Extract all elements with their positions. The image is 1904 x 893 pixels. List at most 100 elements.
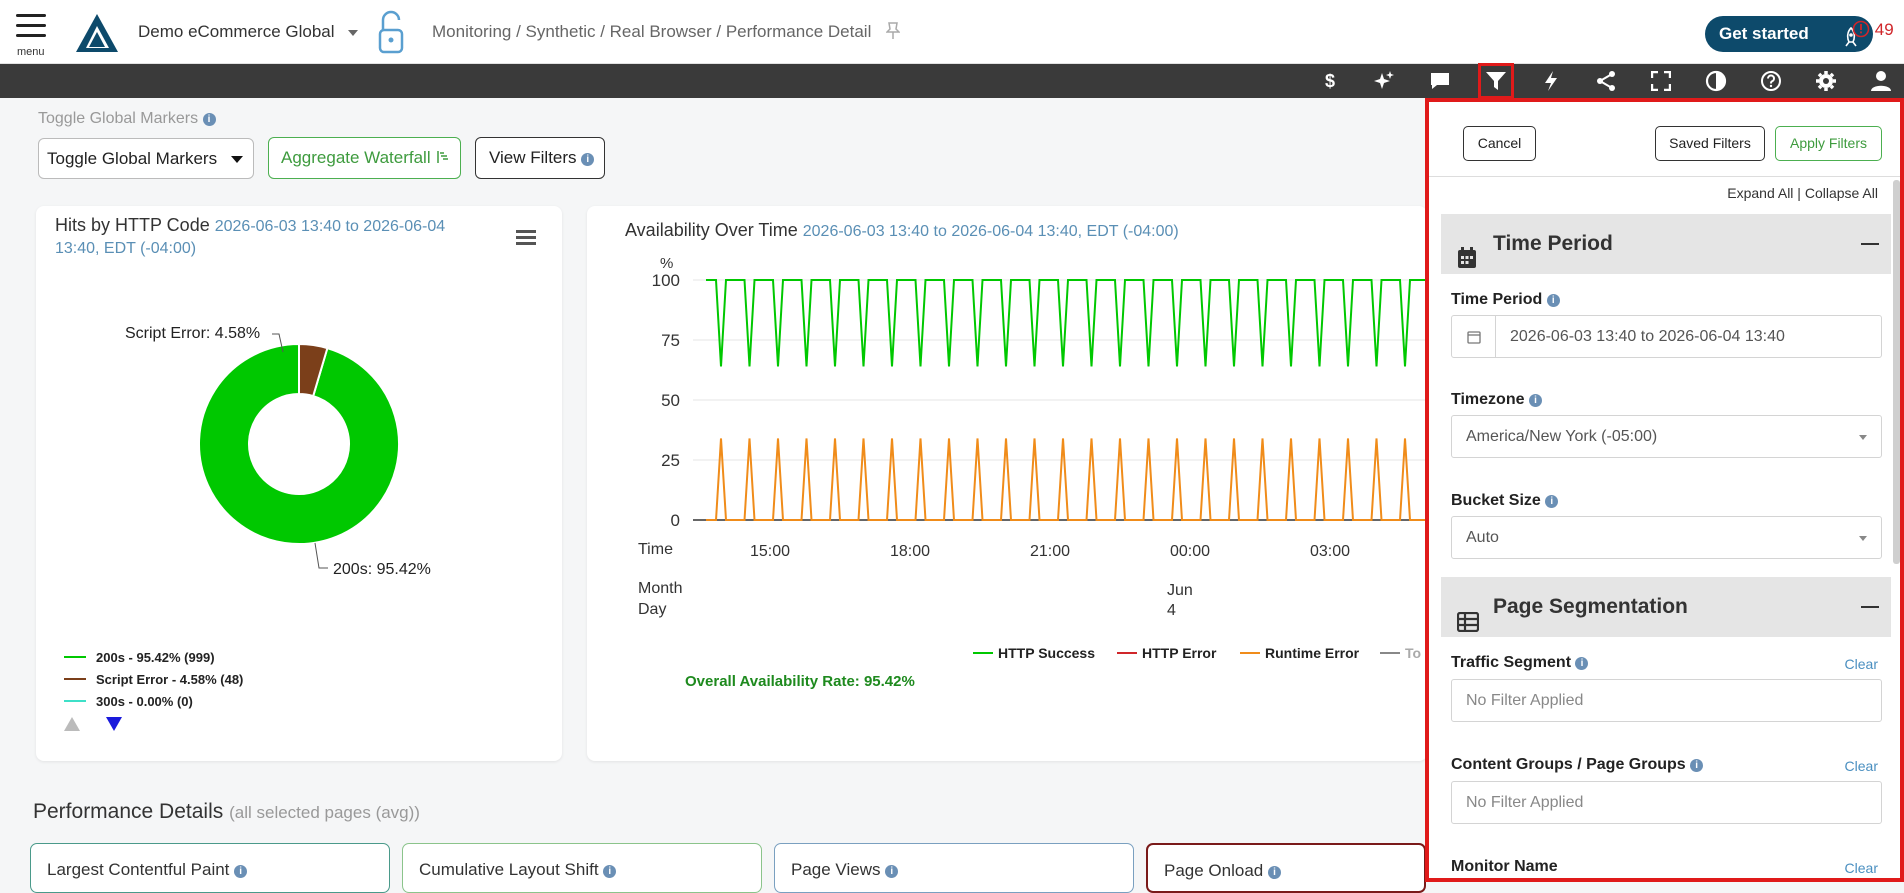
saved-filters-button[interactable]: Saved Filters xyxy=(1655,126,1765,161)
pie-label-script-error: Script Error: 4.58% xyxy=(125,325,260,342)
bolt-icon[interactable] xyxy=(1538,68,1564,94)
get-started-button[interactable]: Get started xyxy=(1705,16,1873,52)
chart-menu-icon[interactable] xyxy=(516,230,536,248)
pin-icon[interactable] xyxy=(885,22,901,45)
x-tick-label: 21:00 xyxy=(1030,543,1070,560)
contrast-icon[interactable] xyxy=(1703,68,1729,94)
filter-icon[interactable] xyxy=(1478,63,1514,99)
x-tick-label: 18:00 xyxy=(890,543,930,560)
info-icon[interactable]: i xyxy=(1546,294,1560,307)
menu-label: menu xyxy=(17,46,45,58)
collapse-all-link[interactable]: Collapse All xyxy=(1805,185,1878,201)
aggregate-waterfall-button[interactable]: Aggregate Waterfall xyxy=(268,137,461,179)
cancel-button[interactable]: Cancel xyxy=(1463,126,1536,161)
y-tick-label: 75 xyxy=(661,331,680,350)
panel-scrollbar[interactable] xyxy=(1893,180,1900,564)
user-icon[interactable] xyxy=(1868,68,1894,94)
legend-item-script-error[interactable]: Script Error - 4.58% (48) xyxy=(64,668,243,690)
alerts-indicator[interactable]: 49 xyxy=(1852,20,1894,40)
section-page-segmentation[interactable]: Page Segmentation xyxy=(1441,577,1891,637)
availability-rate: Overall Availability Rate: 95.42% xyxy=(685,673,915,690)
account-dropdown-icon[interactable] xyxy=(348,30,358,36)
info-icon[interactable]: i xyxy=(202,113,216,126)
legend-page-down-icon[interactable] xyxy=(106,717,122,731)
chat-icon[interactable] xyxy=(1427,68,1453,94)
calendar-icon xyxy=(1457,233,1477,293)
bucket-size-select[interactable]: Auto xyxy=(1451,516,1882,559)
y-tick-label: 0 xyxy=(671,511,680,530)
pie-leader-line xyxy=(314,542,328,569)
hits-legend: 200s - 95.42% (999) Script Error - 4.58%… xyxy=(64,646,243,712)
legend-label-http-success: HTTP Success xyxy=(998,645,1095,661)
y-axis-unit: % xyxy=(660,255,673,272)
legend-item-300s[interactable]: 300s - 0.00% (0) xyxy=(64,690,243,712)
bucket-size-label: Bucket Size i xyxy=(1451,492,1559,510)
content-groups-input[interactable]: No Filter Applied xyxy=(1451,781,1882,824)
info-icon[interactable]: i xyxy=(1690,759,1704,772)
chevron-down-icon xyxy=(1859,435,1867,440)
day-label: 4 xyxy=(1167,602,1176,619)
metric-card-page-views[interactable]: Page Views i xyxy=(774,843,1134,893)
unlock-icon[interactable] xyxy=(375,10,407,61)
alert-count: 49 xyxy=(1874,20,1894,39)
monitor-name-clear-link[interactable]: Clear xyxy=(1845,860,1878,876)
fullscreen-icon[interactable] xyxy=(1648,68,1674,94)
x-axis-time-label: Time xyxy=(638,541,673,558)
metric-card-cls[interactable]: Cumulative Layout Shift i xyxy=(402,843,762,893)
series-line-runtime-error xyxy=(706,438,1425,521)
timezone-select[interactable]: America/New York (-05:00) xyxy=(1451,415,1882,458)
section-time-period[interactable]: Time Period xyxy=(1441,214,1891,274)
x-tick-label: 03:00 xyxy=(1310,543,1350,560)
series-line-http-success xyxy=(706,279,1425,367)
info-icon[interactable]: i xyxy=(1545,495,1559,508)
waterfall-icon xyxy=(437,151,449,163)
global-markers-select[interactable]: Toggle Global Markers xyxy=(38,138,254,179)
brand-logo[interactable] xyxy=(74,12,120,59)
content-groups-clear-link[interactable]: Clear xyxy=(1845,758,1878,774)
legend-label-runtime-error: Runtime Error xyxy=(1265,645,1360,661)
toolbar: $ xyxy=(0,63,1904,99)
calendar-icon xyxy=(1452,316,1496,357)
divider xyxy=(1429,176,1900,177)
traffic-segment-label: Traffic Segment i xyxy=(1451,654,1589,672)
breadcrumb: Monitoring / Synthetic / Real Browser / … xyxy=(432,22,872,41)
metric-card-lcp[interactable]: Largest Contentful Paint i xyxy=(30,843,390,893)
caret-down-icon xyxy=(231,156,243,163)
traffic-segment-clear-link[interactable]: Clear xyxy=(1845,656,1878,672)
info-icon[interactable]: i xyxy=(1575,657,1589,670)
content-groups-label: Content Groups / Page Groups i xyxy=(1451,756,1704,774)
x-tick-label: 00:00 xyxy=(1170,543,1210,560)
y-tick-label: 100 xyxy=(652,271,680,290)
chevron-down-icon xyxy=(1859,536,1867,541)
svg-text:$: $ xyxy=(1325,71,1335,91)
traffic-segment-input[interactable]: No Filter Applied xyxy=(1451,679,1882,722)
metric-card-page-onload[interactable]: Page Onload i xyxy=(1146,843,1426,893)
dollar-icon[interactable]: $ xyxy=(1317,68,1343,94)
legend-item-200s[interactable]: 200s - 95.42% (999) xyxy=(64,646,243,668)
top-bar: menu Demo eCommerce Global Monitoring / … xyxy=(0,0,1904,64)
help-icon[interactable] xyxy=(1758,68,1784,94)
share-icon[interactable] xyxy=(1593,68,1619,94)
alert-icon xyxy=(1852,20,1870,38)
legend-page-up-icon[interactable] xyxy=(64,717,80,731)
apply-filters-button[interactable]: Apply Filters xyxy=(1775,126,1882,161)
availability-line-chart: %100 75 50 25 0 15:00 18:00 21:00 00:00 03:00 Time… xyxy=(638,255,1425,661)
collapse-icon[interactable] xyxy=(1861,606,1879,608)
time-period-input[interactable]: 2026-06-03 13:40 to 2026-06-04 13:40 xyxy=(1451,315,1882,358)
view-filters-button[interactable]: View Filters i xyxy=(475,137,605,179)
global-markers-label: Toggle Global Markers i xyxy=(38,110,216,128)
hamburger-menu-icon[interactable] xyxy=(16,14,46,44)
time-period-label: Time Period i xyxy=(1451,291,1560,309)
timezone-label: Timezone i xyxy=(1451,391,1542,409)
gear-icon[interactable] xyxy=(1813,68,1839,94)
account-name[interactable]: Demo eCommerce Global xyxy=(138,22,335,42)
legend-label-to: To xyxy=(1405,645,1421,661)
info-icon[interactable]: i xyxy=(1528,394,1542,407)
x-tick-label: 15:00 xyxy=(750,543,790,560)
expand-all-link[interactable]: Expand All xyxy=(1727,185,1793,201)
month-day-label: Day xyxy=(638,601,666,618)
hits-donut-chart: Script Error: 4.58% 200s: 95.42% xyxy=(125,325,431,578)
sparkle-icon[interactable] xyxy=(1371,68,1397,94)
monitor-name-label: Monitor Name xyxy=(1451,858,1558,875)
collapse-icon[interactable] xyxy=(1861,243,1879,245)
